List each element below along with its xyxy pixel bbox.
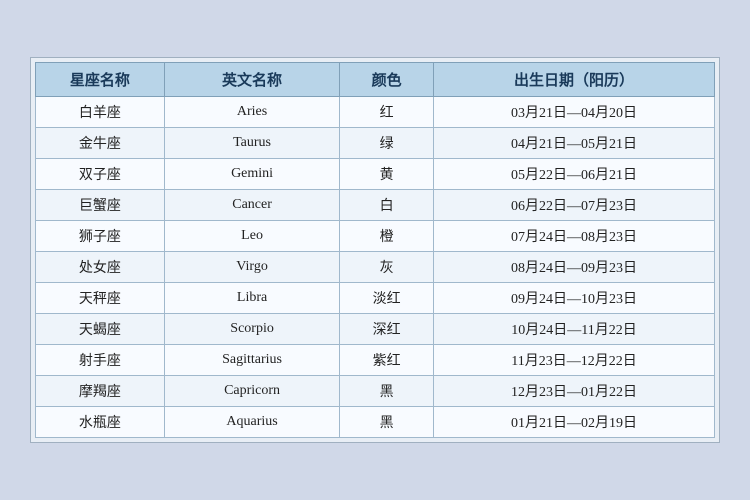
cell-en-name: Aries [164, 97, 340, 128]
table-row: 摩羯座Capricorn黑12月23日—01月22日 [36, 376, 715, 407]
cell-date: 08月24日—09月23日 [434, 252, 715, 283]
cell-en-name: Scorpio [164, 314, 340, 345]
zodiac-table-container: 星座名称 英文名称 颜色 出生日期（阳历） 白羊座Aries红03月21日—04… [30, 57, 720, 443]
cell-en-name: Sagittarius [164, 345, 340, 376]
cell-zh-name: 水瓶座 [36, 407, 165, 438]
cell-en-name: Capricorn [164, 376, 340, 407]
cell-en-name: Taurus [164, 128, 340, 159]
cell-en-name: Libra [164, 283, 340, 314]
cell-date: 10月24日—11月22日 [434, 314, 715, 345]
cell-zh-name: 处女座 [36, 252, 165, 283]
table-header-row: 星座名称 英文名称 颜色 出生日期（阳历） [36, 63, 715, 97]
cell-color: 红 [340, 97, 434, 128]
table-row: 双子座Gemini黄05月22日—06月21日 [36, 159, 715, 190]
cell-color: 黑 [340, 376, 434, 407]
cell-color: 黄 [340, 159, 434, 190]
cell-en-name: Aquarius [164, 407, 340, 438]
cell-date: 01月21日—02月19日 [434, 407, 715, 438]
cell-date: 12月23日—01月22日 [434, 376, 715, 407]
table-row: 水瓶座Aquarius黑01月21日—02月19日 [36, 407, 715, 438]
header-zh-name: 星座名称 [36, 63, 165, 97]
header-color: 颜色 [340, 63, 434, 97]
cell-color: 白 [340, 190, 434, 221]
cell-color: 灰 [340, 252, 434, 283]
cell-date: 07月24日—08月23日 [434, 221, 715, 252]
cell-date: 06月22日—07月23日 [434, 190, 715, 221]
cell-date: 05月22日—06月21日 [434, 159, 715, 190]
zodiac-table: 星座名称 英文名称 颜色 出生日期（阳历） 白羊座Aries红03月21日—04… [35, 62, 715, 438]
cell-color: 淡红 [340, 283, 434, 314]
cell-date: 11月23日—12月22日 [434, 345, 715, 376]
cell-date: 09月24日—10月23日 [434, 283, 715, 314]
table-row: 处女座Virgo灰08月24日—09月23日 [36, 252, 715, 283]
cell-color: 绿 [340, 128, 434, 159]
cell-en-name: Gemini [164, 159, 340, 190]
table-row: 天蝎座Scorpio深红10月24日—11月22日 [36, 314, 715, 345]
cell-zh-name: 天蝎座 [36, 314, 165, 345]
cell-zh-name: 巨蟹座 [36, 190, 165, 221]
table-row: 天秤座Libra淡红09月24日—10月23日 [36, 283, 715, 314]
table-row: 狮子座Leo橙07月24日—08月23日 [36, 221, 715, 252]
cell-zh-name: 白羊座 [36, 97, 165, 128]
cell-en-name: Cancer [164, 190, 340, 221]
cell-zh-name: 摩羯座 [36, 376, 165, 407]
header-en-name: 英文名称 [164, 63, 340, 97]
cell-date: 04月21日—05月21日 [434, 128, 715, 159]
cell-zh-name: 双子座 [36, 159, 165, 190]
cell-zh-name: 金牛座 [36, 128, 165, 159]
table-row: 射手座Sagittarius紫红11月23日—12月22日 [36, 345, 715, 376]
cell-color: 橙 [340, 221, 434, 252]
table-row: 白羊座Aries红03月21日—04月20日 [36, 97, 715, 128]
cell-zh-name: 狮子座 [36, 221, 165, 252]
cell-zh-name: 天秤座 [36, 283, 165, 314]
cell-en-name: Leo [164, 221, 340, 252]
table-row: 金牛座Taurus绿04月21日—05月21日 [36, 128, 715, 159]
cell-color: 紫红 [340, 345, 434, 376]
cell-en-name: Virgo [164, 252, 340, 283]
table-row: 巨蟹座Cancer白06月22日—07月23日 [36, 190, 715, 221]
cell-color: 深红 [340, 314, 434, 345]
cell-date: 03月21日—04月20日 [434, 97, 715, 128]
header-date: 出生日期（阳历） [434, 63, 715, 97]
cell-zh-name: 射手座 [36, 345, 165, 376]
cell-color: 黑 [340, 407, 434, 438]
